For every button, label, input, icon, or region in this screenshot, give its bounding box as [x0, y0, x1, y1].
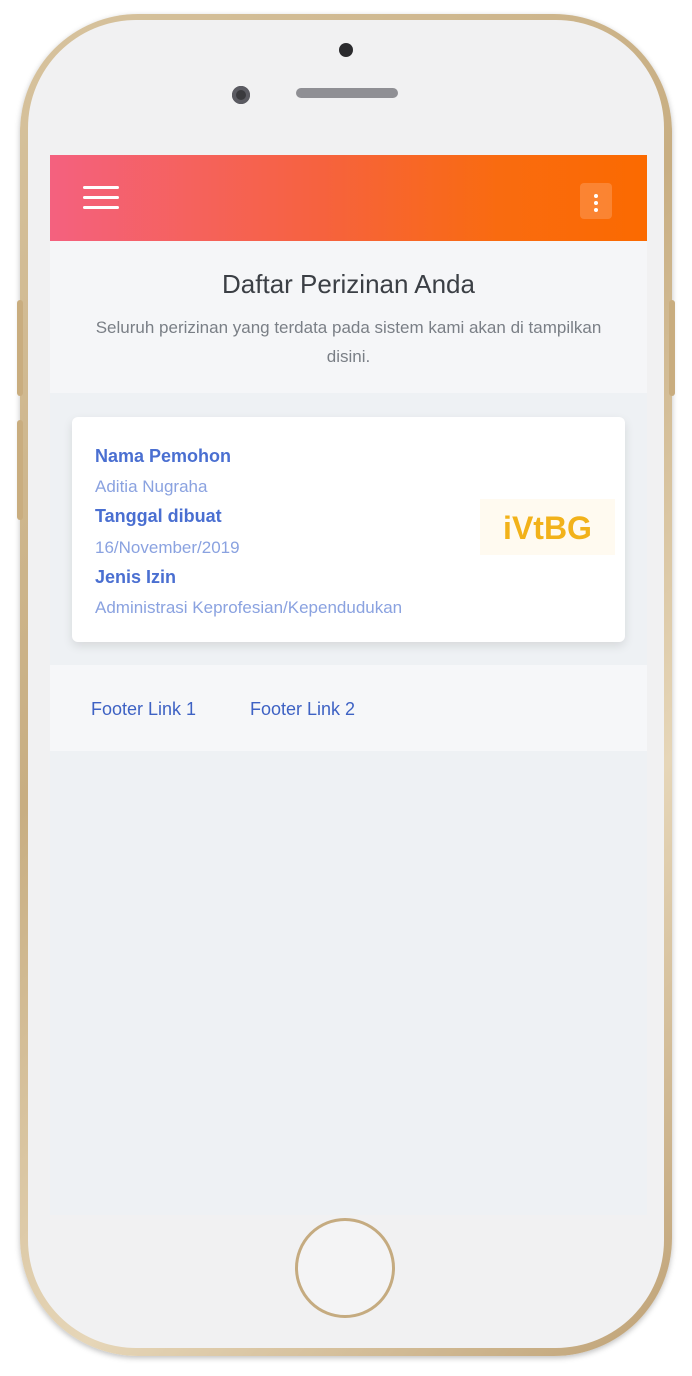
- service-logo: iVtBG: [480, 499, 615, 555]
- volume-up-button: [17, 300, 23, 396]
- footer-link-2[interactable]: Footer Link 2: [250, 699, 355, 720]
- permit-card[interactable]: Nama Pemohon Aditia Nugraha Tanggal dibu…: [72, 417, 625, 642]
- power-button: [669, 300, 675, 396]
- footer: Footer Link 1 Footer Link 2: [50, 665, 647, 751]
- home-button[interactable]: [295, 1218, 395, 1318]
- page-title: Daftar Perizinan Anda: [222, 269, 475, 299]
- front-camera: [232, 86, 250, 104]
- permit-type-value: Administrasi Keprofesian/Kependudukan: [95, 598, 403, 617]
- top-app-bar: [50, 155, 647, 241]
- created-date-value: 16/November/2019: [95, 538, 240, 557]
- front-sensor: [339, 43, 353, 57]
- service-logo-text: iVtBG: [503, 510, 592, 546]
- app-screen: Daftar Perizinan Anda Seluruh perizinan …: [50, 155, 647, 1215]
- hamburger-menu-icon[interactable]: [83, 186, 119, 210]
- more-vertical-icon[interactable]: [580, 183, 612, 219]
- applicant-value: Aditia Nugraha: [95, 477, 208, 496]
- page-subtitle: Seluruh perizinan yang terdata pada sist…: [95, 318, 602, 366]
- volume-down-button: [17, 420, 23, 520]
- page-header: Daftar Perizinan Anda Seluruh perizinan …: [50, 241, 647, 393]
- permit-type-label: Jenis Izin: [95, 567, 177, 587]
- earpiece-speaker: [296, 88, 398, 98]
- created-date-label: Tanggal dibuat: [95, 506, 222, 526]
- applicant-label: Nama Pemohon: [95, 446, 232, 466]
- footer-link-1[interactable]: Footer Link 1: [91, 699, 196, 720]
